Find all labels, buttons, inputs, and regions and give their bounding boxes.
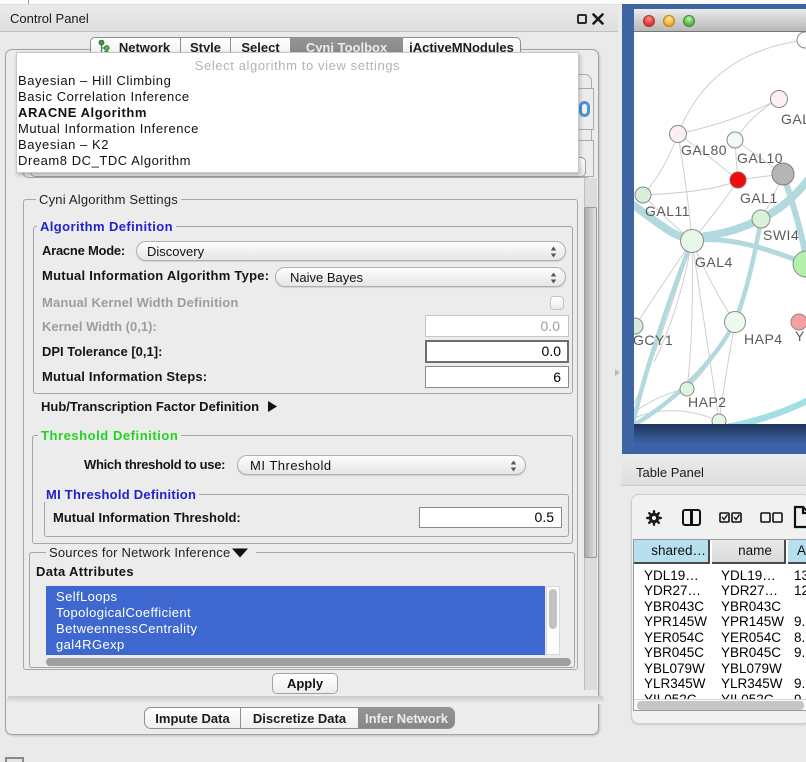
- svg-text:GAL11: GAL11: [645, 203, 690, 219]
- svg-text:GCY1: GCY1: [634, 332, 673, 348]
- svg-text:HAP4: HAP4: [744, 331, 783, 347]
- svg-text:Y: Y: [795, 328, 805, 344]
- svg-text:SWI4: SWI4: [763, 227, 799, 243]
- svg-text:GAL80: GAL80: [681, 142, 727, 158]
- svg-text:GAL10: GAL10: [737, 150, 783, 166]
- svg-text:GAL7: GAL7: [781, 111, 806, 127]
- svg-text:GAL4: GAL4: [695, 254, 733, 270]
- svg-text:GAL1: GAL1: [740, 190, 778, 206]
- svg-text:HAP2: HAP2: [688, 394, 727, 410]
